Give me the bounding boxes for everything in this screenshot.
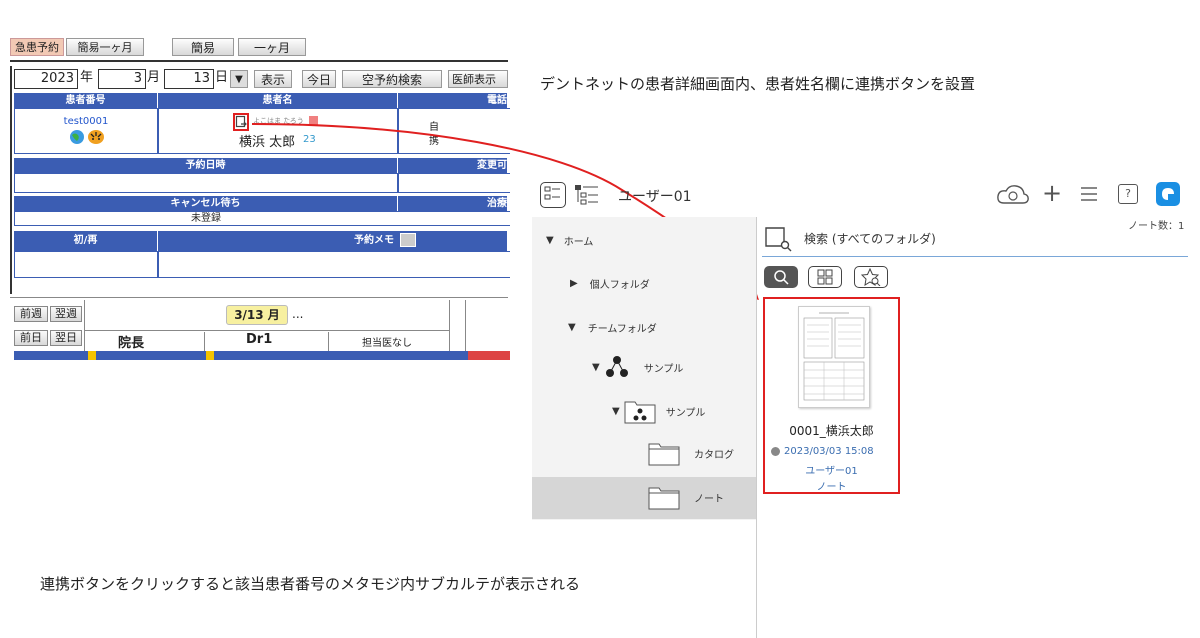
bottom-annotation: 連携ボタンをクリックすると該当患者番号のメタモジ内サブカルテが表示される — [40, 575, 581, 593]
add-icon[interactable]: + — [1042, 180, 1062, 206]
favorite-tab-button[interactable] — [854, 266, 888, 288]
document-type: ノート — [816, 482, 847, 493]
expanded-icon: ▼ — [592, 361, 600, 373]
app-icon[interactable] — [1156, 182, 1180, 206]
cloud-sync-icon[interactable] — [996, 183, 1030, 211]
expanded-icon: ▼ — [546, 235, 554, 246]
document-user: ユーザー01 — [805, 466, 858, 477]
tree-item-label: カタログ — [694, 449, 734, 461]
document-thumbnail — [798, 306, 870, 408]
header-underline — [762, 256, 1188, 257]
tree-item-label: チームフォルダ — [587, 324, 657, 335]
team-icon — [605, 356, 628, 377]
search-folder-icon — [764, 224, 792, 256]
favorite-icon — [861, 268, 881, 286]
tree-item-home[interactable]: ▼ ホーム — [546, 233, 593, 248]
tree-item-label: ノート — [694, 493, 724, 505]
note-count: ノート数：1 — [1128, 221, 1185, 232]
tree-item-team-folder[interactable]: ▼ チームフォルダ — [568, 320, 657, 335]
search-tab-button[interactable] — [764, 266, 798, 288]
tree-item-note[interactable]: ノート — [648, 484, 724, 510]
tree-item-sample-folder[interactable]: ▼ サンプル — [612, 398, 705, 424]
list-view-icon[interactable] — [540, 182, 566, 208]
search-icon — [774, 270, 789, 285]
team-folder-icon — [624, 401, 656, 424]
grid-icon — [817, 269, 833, 285]
document-date-row: 2023/03/03 15:08 — [771, 446, 896, 457]
tree-item-label: ホーム — [563, 237, 594, 248]
tree-item-sample-team[interactable]: ▼ サンプル — [592, 354, 683, 380]
help-icon[interactable]: ? — [1118, 184, 1138, 204]
search-scope-title: 検索 (すべてのフォルダ) — [804, 232, 936, 246]
expanded-icon: ▼ — [612, 405, 620, 417]
clock-icon — [771, 447, 780, 456]
user-name: ユーザー01 — [618, 189, 692, 205]
collapsed-icon: ▶ — [570, 278, 578, 289]
document-card[interactable]: 0001_横浜太郎 2023/03/03 15:08 ユーザー01 ノート — [763, 297, 900, 494]
tree-item-catalog[interactable]: カタログ — [648, 440, 734, 466]
tree-item-label: 個人フォルダ — [589, 280, 650, 291]
folder-icon — [648, 487, 680, 510]
document-date: 2023/03/03 15:08 — [784, 446, 874, 457]
tree-item-label: サンプル — [665, 407, 706, 419]
grid-tab-button[interactable] — [808, 266, 842, 288]
panel-divider — [756, 217, 757, 638]
tree-item-label: サンプル — [643, 363, 684, 375]
tree-item-personal-folder[interactable]: ▶ 個人フォルダ — [570, 276, 650, 291]
expanded-icon: ▼ — [568, 322, 576, 333]
folder-icon — [648, 443, 680, 466]
document-title: 0001_横浜太郎 — [789, 424, 874, 438]
tree-view-icon[interactable] — [574, 184, 600, 210]
menu-icon[interactable] — [1080, 186, 1098, 206]
